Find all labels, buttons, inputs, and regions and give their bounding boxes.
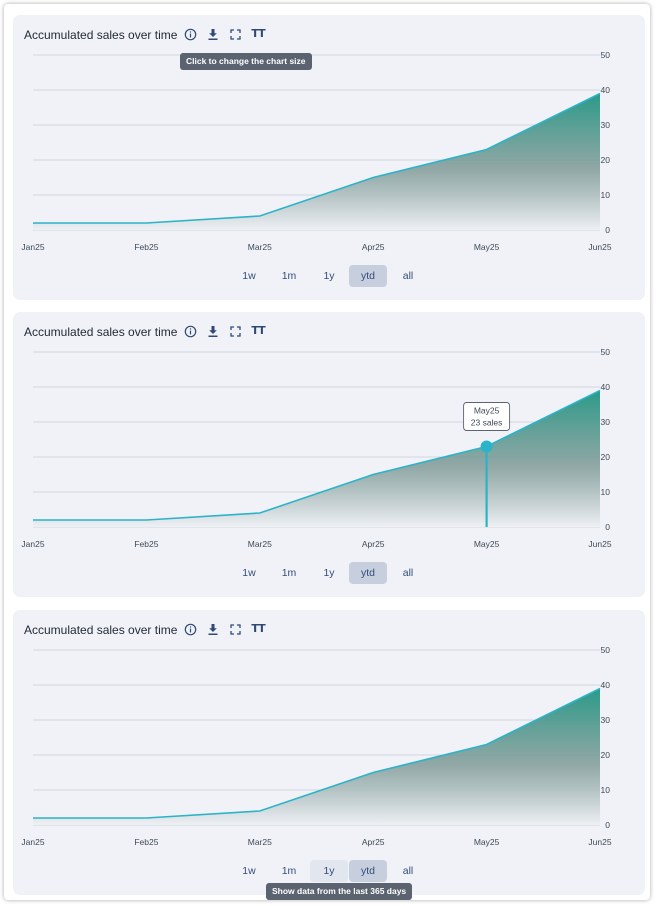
- series-area: [33, 390, 600, 527]
- x-tick-label: Jan25: [21, 242, 44, 252]
- x-tick-label: Mar25: [248, 242, 272, 252]
- x-tick-label: Apr25: [362, 837, 385, 847]
- y-tick-label: 10: [601, 785, 611, 795]
- x-tick-label: Apr25: [362, 242, 385, 252]
- x-tick-label: Jun25: [588, 837, 611, 847]
- chart-panel: Accumulated sales over time TT 0 10 20 30 40…: [13, 312, 645, 597]
- series-area: [33, 93, 600, 230]
- x-tick-label: Jan25: [21, 539, 44, 549]
- point-tooltip-x: May25: [474, 406, 500, 416]
- x-tick-label: Jun25: [588, 539, 611, 549]
- y-tick-label: 50: [601, 645, 611, 655]
- y-tick-label: 30: [601, 417, 611, 427]
- y-tick-label: 30: [601, 715, 611, 725]
- y-tick-label: 40: [601, 382, 611, 392]
- area-chart: 0 10 20 30 40 50 Jan25 Feb25 Mar25 Apr25 May25 Jun2…: [21, 645, 611, 847]
- app-frame: Accumulated sales over time TT 0 10 20 30 40…: [4, 4, 650, 900]
- area-chart: 0 10 20 30 40 50 Jan25 Feb25 Mar25 Apr25 May25 Jun2…: [21, 347, 611, 549]
- y-tick-label: 50: [601, 347, 611, 357]
- range-button-1w[interactable]: 1w: [230, 562, 268, 584]
- series-area: [33, 688, 600, 825]
- x-tick-label: May25: [474, 837, 500, 847]
- tooltip: Click to change the chart size: [180, 53, 312, 70]
- y-tick-label: 20: [601, 750, 611, 760]
- range-button-ytd[interactable]: ytd: [349, 860, 387, 882]
- area-chart: 0 10 20 30 40 50 Jan25 Feb25 Mar25 Apr25 May25 Jun2…: [21, 50, 611, 252]
- y-tick-label: 20: [601, 155, 611, 165]
- range-button-1y[interactable]: 1y: [310, 860, 348, 882]
- range-button-ytd[interactable]: ytd: [349, 265, 387, 287]
- range-button-1m[interactable]: 1m: [270, 562, 308, 584]
- range-button-1y[interactable]: 1y: [310, 265, 348, 287]
- y-tick-label: 50: [601, 50, 611, 60]
- y-tick-label: 40: [601, 680, 611, 690]
- range-button-1w[interactable]: 1w: [230, 265, 268, 287]
- point-marker: [480, 440, 493, 453]
- range-button-1y[interactable]: 1y: [310, 562, 348, 584]
- range-button-all[interactable]: all: [389, 562, 427, 584]
- y-tick-label: 0: [605, 820, 610, 830]
- x-tick-label: Jan25: [21, 837, 44, 847]
- x-tick-label: May25: [474, 539, 500, 549]
- tooltip: Show data from the last 365 days: [266, 883, 413, 900]
- chart-panel: Accumulated sales over time TT 0 10 20 30 40…: [13, 610, 645, 900]
- y-tick-label: 30: [601, 120, 611, 130]
- x-tick-label: Feb25: [134, 837, 158, 847]
- y-tick-label: 10: [601, 487, 611, 497]
- y-tick-label: 20: [601, 452, 611, 462]
- x-tick-label: Feb25: [134, 242, 158, 252]
- y-tick-label: 0: [605, 522, 610, 532]
- range-button-1m[interactable]: 1m: [270, 265, 308, 287]
- x-tick-label: Mar25: [248, 837, 272, 847]
- chart-panel: Accumulated sales over time TT 0 10 20 30 40…: [13, 15, 645, 300]
- y-tick-label: 40: [601, 85, 611, 95]
- x-tick-label: Apr25: [362, 539, 385, 549]
- point-tooltip-value: 23 sales: [471, 418, 503, 428]
- x-tick-label: Mar25: [248, 539, 272, 549]
- range-button-1m[interactable]: 1m: [270, 860, 308, 882]
- x-tick-label: Jun25: [588, 242, 611, 252]
- x-tick-label: May25: [474, 242, 500, 252]
- y-tick-label: 10: [601, 190, 611, 200]
- x-tick-label: Feb25: [134, 539, 158, 549]
- y-tick-label: 0: [605, 225, 610, 235]
- range-button-1w[interactable]: 1w: [230, 860, 268, 882]
- range-button-all[interactable]: all: [389, 860, 427, 882]
- range-button-all[interactable]: all: [389, 265, 427, 287]
- range-button-ytd[interactable]: ytd: [349, 562, 387, 584]
